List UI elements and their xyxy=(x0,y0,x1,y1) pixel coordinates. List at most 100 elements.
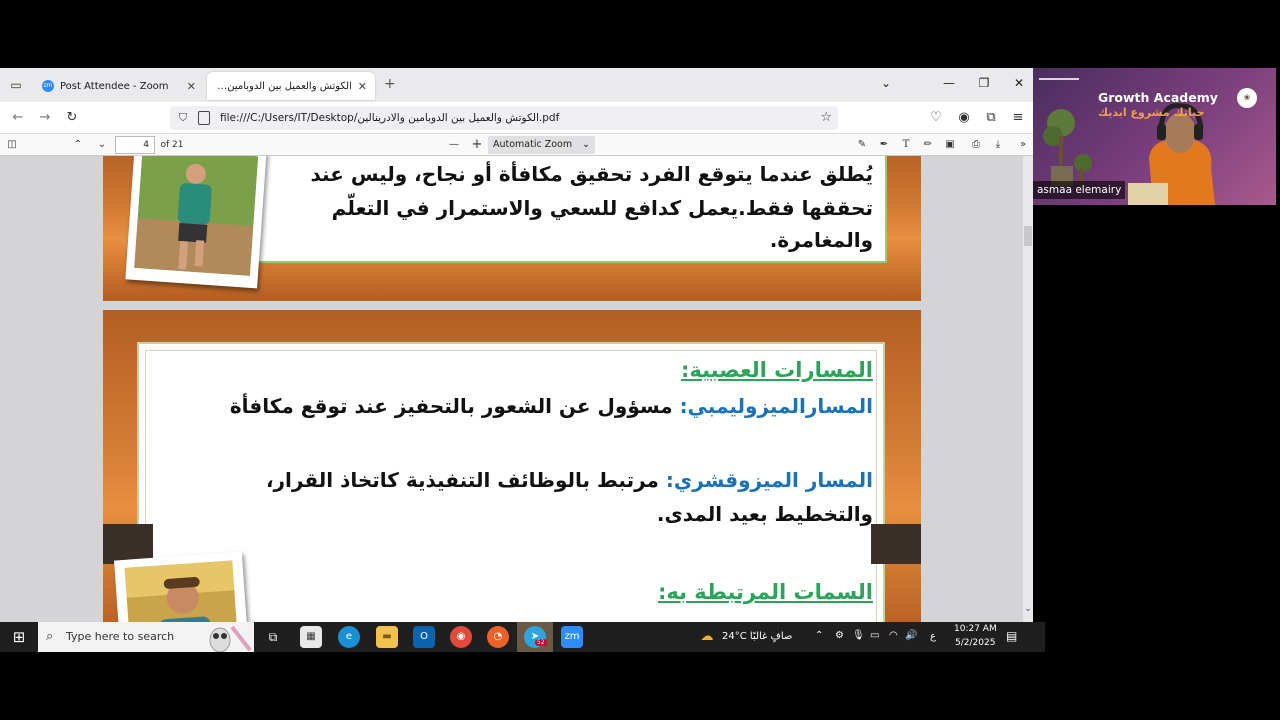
chevron-up-icon[interactable]: ⌃ xyxy=(815,630,823,641)
close-icon[interactable]: ✕ xyxy=(187,80,196,93)
windows-taskbar: ⊞ ⌕ Type here to search ⧉ ▦ e ▬ O ◉ ◔ ➤ … xyxy=(0,622,1045,652)
runner-photo xyxy=(125,156,267,289)
search-icon: ⌕ xyxy=(46,629,54,644)
shield-icon[interactable]: ⛉ xyxy=(176,111,190,125)
chrome-icon[interactable]: ◉ xyxy=(450,626,472,648)
text-panel: المسارات العصبية: المسارالميزوليمبي: مسؤ… xyxy=(137,342,885,622)
tab-pdf[interactable]: الكوتش والعميل بين الدوبامين والادر ✕ xyxy=(207,72,375,100)
notification-center-icon[interactable]: ▤ xyxy=(1006,629,1017,643)
image-icon[interactable]: ▣ xyxy=(943,137,957,153)
volume-icon[interactable]: 🔊 xyxy=(905,630,917,641)
clock-time[interactable]: 10:27 AM xyxy=(954,624,997,634)
navigation-bar: ← → ↻ ⛉ file:///C:/Users/IT/Desktop/الكو… xyxy=(0,102,1033,134)
tab-label: Post Attendee - Zoom xyxy=(60,80,169,92)
windows-start-icon[interactable]: ⊞ xyxy=(8,626,30,648)
telegram-button[interactable]: ➤ 52 xyxy=(517,622,553,652)
next-page-icon[interactable]: ⌄ xyxy=(95,137,109,153)
task-view-icon[interactable]: ⧉ xyxy=(262,626,284,648)
search-highlight-icon xyxy=(209,625,252,652)
forward-icon[interactable]: → xyxy=(36,109,54,127)
menu-icon[interactable]: ≡ xyxy=(1009,109,1027,127)
heading-neural-pathways: المسارات العصبية: xyxy=(680,358,873,382)
page-icon xyxy=(198,111,210,125)
vertical-scrollbar[interactable]: ⌄ xyxy=(1023,156,1033,622)
pathway2-text: مرتبط بالوظائف التنفيذية كاتخاذ القرار، xyxy=(265,468,666,492)
restore-icon[interactable]: ❐ xyxy=(976,76,992,90)
chevron-down-icon[interactable]: ⌄ xyxy=(878,76,894,90)
tab-bar: ▭ zm Post Attendee - Zoom ✕ الكوتش والعم… xyxy=(0,68,1033,102)
account-icon[interactable]: ◉ xyxy=(955,109,973,127)
edit-pdf-icon[interactable]: ✎ xyxy=(855,137,869,153)
academy-logo-icon: ❀ xyxy=(1237,88,1257,108)
pathway1-text: مسؤول عن الشعور بالتحفيز عند توقع مكافأة xyxy=(229,394,680,418)
screen: ▭ zm Post Attendee - Zoom ✕ الكوتش والعم… xyxy=(0,0,1280,720)
zoom-select[interactable]: Automatic Zoom ⌄ xyxy=(488,136,595,154)
new-tab-icon[interactable]: + xyxy=(384,76,396,92)
network-icon[interactable]: ⚙ xyxy=(835,630,844,641)
zoom-participant-video[interactable]: Growth Academy حياتك مشروع ابديك ❀ asmaa… xyxy=(1033,68,1276,205)
pathway2-label: المسار الميزوقشري: xyxy=(665,468,873,492)
zoom-value: Automatic Zoom xyxy=(493,139,573,150)
pdf-viewer[interactable]: يُطلق عندما يتوقع الفرد تحقيق مكافأة أو … xyxy=(0,156,1033,622)
minimize-icon[interactable]: — xyxy=(941,76,957,90)
brand-title: Growth Academy xyxy=(1098,90,1218,105)
battery-icon[interactable]: ▭ xyxy=(870,630,879,641)
window-close-icon[interactable]: ✕ xyxy=(1011,76,1027,90)
browser-window: ▭ zm Post Attendee - Zoom ✕ الكوتش والعم… xyxy=(0,68,1033,622)
zoom-out-button[interactable]: — xyxy=(447,137,461,153)
zoom-favicon-icon: zm xyxy=(42,80,54,92)
save-icon[interactable]: ⤓ xyxy=(991,137,1005,153)
pathway1-label: المسارالميزوليمبي: xyxy=(679,394,873,418)
scrollbar-thumb[interactable] xyxy=(1024,226,1032,246)
search-placeholder: Type here to search xyxy=(66,630,175,643)
star-icon[interactable]: ☆ xyxy=(820,110,832,125)
pathway2-line: المسار الميزوقشري: مرتبط بالوظائف التنفي… xyxy=(173,464,873,496)
sidebar-toggle-icon[interactable]: ◫ xyxy=(5,137,19,153)
notification-badge: 52 xyxy=(535,639,547,646)
pocket-icon[interactable]: ♡ xyxy=(927,109,945,127)
smiling-man-photo xyxy=(114,551,248,622)
zoom-app-icon[interactable]: zm xyxy=(561,626,583,648)
scroll-down-icon[interactable]: ⌄ xyxy=(1023,604,1033,614)
page-count: of 21 xyxy=(160,140,184,150)
slide1-line2: تحققها فقط.يعمل كدافع للسعي والاستمرار ف… xyxy=(331,196,873,252)
heading-traits: السمات المرتبطة به: xyxy=(657,580,873,604)
text-icon[interactable]: T xyxy=(899,137,913,153)
wifi-icon[interactable]: ◠ xyxy=(889,630,898,641)
participant-name: asmaa elemairy xyxy=(1033,181,1126,199)
url-text: file:///C:/Users/IT/Desktop/الكوتش والعم… xyxy=(220,112,560,124)
more-tools-icon[interactable]: » xyxy=(1016,137,1030,153)
taskbar-search-box[interactable]: ⌕ Type here to search xyxy=(38,622,254,652)
extensions-icon[interactable]: ⧉ xyxy=(982,109,1000,127)
weather-text[interactable]: 24°C صافٍ غالبًا xyxy=(722,631,792,642)
firefox-icon[interactable]: ◔ xyxy=(487,626,509,648)
brand-tagline: حياتك مشروع ابديك xyxy=(1098,106,1205,119)
slide1-line1: يُطلق عندما يتوقع الفرد تحقيق مكافأة أو … xyxy=(310,162,874,186)
file-explorer-icon[interactable]: ▬ xyxy=(376,626,398,648)
clock-date[interactable]: 5/2/2025 xyxy=(955,638,995,648)
page-number-input[interactable]: 4 xyxy=(115,136,155,154)
microphone-icon[interactable]: 🎙 xyxy=(852,630,865,641)
edge-icon[interactable]: e xyxy=(338,626,360,648)
microsoft-store-icon[interactable]: ▦ xyxy=(300,626,322,648)
zoom-in-button[interactable]: + xyxy=(470,137,484,153)
previous-page-icon[interactable]: ⌃ xyxy=(71,137,85,153)
back-icon[interactable]: ← xyxy=(9,109,27,127)
pathway2-line2: والتخطيط بعيد المدى. xyxy=(656,502,873,526)
pathway1-line: المسارالميزوليمبي: مسؤول عن الشعور بالتح… xyxy=(173,390,873,422)
tab-list-icon[interactable]: ▭ xyxy=(8,77,24,93)
highlight-icon[interactable]: ✒ xyxy=(877,137,891,153)
draw-icon[interactable]: ✏ xyxy=(921,137,935,153)
pdf-toolbar: ◫ ⌃ ⌄ 4 of 21 — + Automatic Zoom ⌄ ✎ ✒ T… xyxy=(0,134,1033,156)
url-bar[interactable]: ⛉ file:///C:/Users/IT/Desktop/الكوتش وال… xyxy=(170,106,838,130)
input-language[interactable]: ع xyxy=(930,631,936,642)
print-icon[interactable]: ⎙ xyxy=(969,137,983,153)
close-icon[interactable]: ✕ xyxy=(358,80,367,93)
chevron-down-icon: ⌄ xyxy=(582,139,590,150)
tab-zoom[interactable]: zm Post Attendee - Zoom ✕ xyxy=(34,72,204,100)
outlook-icon[interactable]: O xyxy=(413,626,435,648)
slide-page-3: يُطلق عندما يتوقع الفرد تحقيق مكافأة أو … xyxy=(103,156,921,301)
weather-icon[interactable]: ☁ xyxy=(698,626,716,648)
reload-icon[interactable]: ↻ xyxy=(63,109,81,127)
tab-label: الكوتش والعميل بين الدوبامين والادر xyxy=(215,80,352,92)
